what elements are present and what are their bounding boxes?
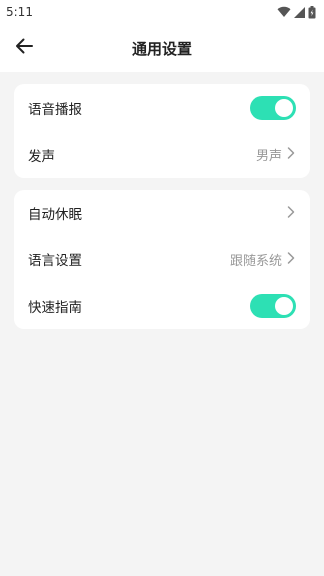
toggle-knob bbox=[275, 296, 293, 315]
setting-row-voice[interactable]: 发声 男声 bbox=[14, 131, 310, 178]
auto-sleep-label: 自动休眠 bbox=[28, 207, 82, 224]
header-bar: 通用设置 bbox=[0, 24, 324, 72]
voice-label: 发声 bbox=[28, 148, 55, 165]
signal-icon bbox=[294, 6, 305, 18]
quick-guide-label: 快速指南 bbox=[28, 299, 82, 316]
voice-broadcast-label: 语音播报 bbox=[28, 101, 82, 118]
quick-guide-toggle[interactable] bbox=[250, 293, 296, 318]
chevron-right-icon bbox=[286, 250, 296, 269]
setting-row-auto-sleep[interactable]: 自动休眠 bbox=[14, 190, 310, 236]
setting-row-voice-broadcast[interactable]: 语音播报 bbox=[14, 84, 310, 131]
status-icons bbox=[277, 5, 316, 19]
status-time: 5:11 bbox=[6, 5, 33, 19]
status-bar: 5:11 bbox=[0, 0, 324, 24]
auto-sleep-value-group bbox=[286, 204, 296, 223]
chevron-right-icon bbox=[286, 145, 296, 164]
toggle-knob bbox=[275, 98, 293, 117]
voice-value-group: 男声 bbox=[256, 145, 296, 164]
language-value-group: 跟随系统 bbox=[230, 250, 296, 269]
chevron-right-icon bbox=[286, 204, 296, 223]
page-title: 通用设置 bbox=[131, 39, 192, 58]
battery-icon bbox=[308, 5, 316, 19]
voice-broadcast-toggle[interactable] bbox=[250, 95, 296, 120]
setting-row-language[interactable]: 语言设置 跟随系统 bbox=[14, 236, 310, 282]
language-value: 跟随系统 bbox=[229, 253, 282, 269]
settings-card-general: 自动休眠 语言设置 跟随系统 快速指南 bbox=[14, 190, 310, 329]
wifi-icon bbox=[277, 6, 291, 18]
voice-value: 男声 bbox=[255, 149, 282, 164]
back-button[interactable] bbox=[10, 34, 38, 62]
settings-card-sound: 语音播报 发声 男声 bbox=[14, 84, 310, 178]
language-label: 语言设置 bbox=[28, 253, 82, 270]
setting-row-quick-guide[interactable]: 快速指南 bbox=[14, 283, 310, 329]
arrow-left-icon bbox=[15, 38, 33, 58]
